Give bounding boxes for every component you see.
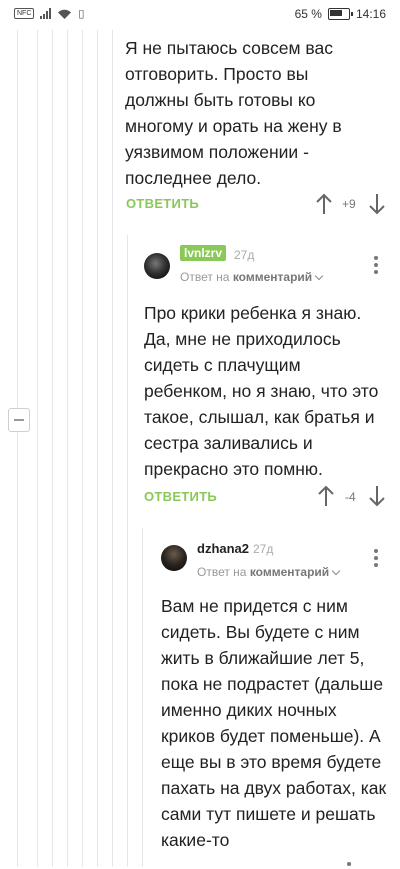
thread-line: [82, 30, 83, 867]
thread-line[interactable]: [142, 528, 143, 867]
nfc-icon: NFC: [14, 8, 35, 19]
reply-button[interactable]: ОТВЕТИТЬ: [126, 196, 199, 211]
reply-to-target: комментарий: [249, 565, 330, 579]
thread-line: [17, 30, 18, 408]
thread-line: [67, 30, 68, 867]
battery-icon: [327, 8, 353, 20]
thread-line: [17, 432, 18, 867]
upvote-icon[interactable]: [318, 485, 334, 507]
timestamp: 27д: [234, 248, 255, 262]
status-bar: NFC ▯ 65 % 14:16: [0, 0, 400, 30]
reply-to-prefix: Ответ на: [197, 565, 247, 579]
downvote-icon[interactable]: [369, 193, 385, 215]
clock: 14:16: [355, 7, 386, 21]
reply-to-link[interactable]: Ответ на комментарий: [197, 565, 341, 579]
timestamp: 27д: [253, 542, 274, 556]
signal-icon: [40, 8, 52, 19]
comment-text: Я не пытаюсь совсем вас отговорить. Прос…: [125, 38, 342, 188]
rating: +9: [342, 197, 356, 211]
more-options-icon[interactable]: [347, 862, 351, 869]
comment-text: Про крики ребенка я знаю. Да, мне не при…: [144, 303, 379, 479]
downvote-icon[interactable]: [369, 485, 385, 507]
rating: -4: [345, 490, 356, 504]
reply-to-prefix: Ответ на: [180, 270, 230, 284]
reply-to-target: комментарий: [232, 270, 313, 284]
username[interactable]: dzhana2: [197, 541, 249, 556]
collapse-thread-button[interactable]: [8, 408, 30, 432]
reply-button[interactable]: ОТВЕТИТЬ: [144, 489, 217, 504]
chevron-down-icon: [314, 271, 324, 281]
thread-line[interactable]: [112, 30, 113, 867]
wifi-icon: [58, 9, 72, 19]
thread-line: [52, 30, 53, 867]
comment-text: Вам не придется с ним сидеть. Вы будете …: [161, 596, 387, 850]
thread-line: [97, 30, 98, 867]
chevron-down-icon: [331, 566, 341, 576]
username[interactable]: lvnlzrv: [180, 245, 227, 261]
thread-line[interactable]: [127, 235, 128, 867]
battery-percent: 65 %: [294, 7, 322, 21]
thread-line: [37, 30, 38, 867]
reply-to-link[interactable]: Ответ на комментарий: [180, 270, 324, 284]
avatar[interactable]: [144, 253, 170, 279]
vibrate-icon: ▯: [78, 8, 85, 20]
more-options-icon[interactable]: [374, 549, 378, 570]
upvote-icon[interactable]: [316, 193, 332, 215]
avatar[interactable]: [161, 545, 187, 571]
more-options-icon[interactable]: [374, 256, 378, 277]
